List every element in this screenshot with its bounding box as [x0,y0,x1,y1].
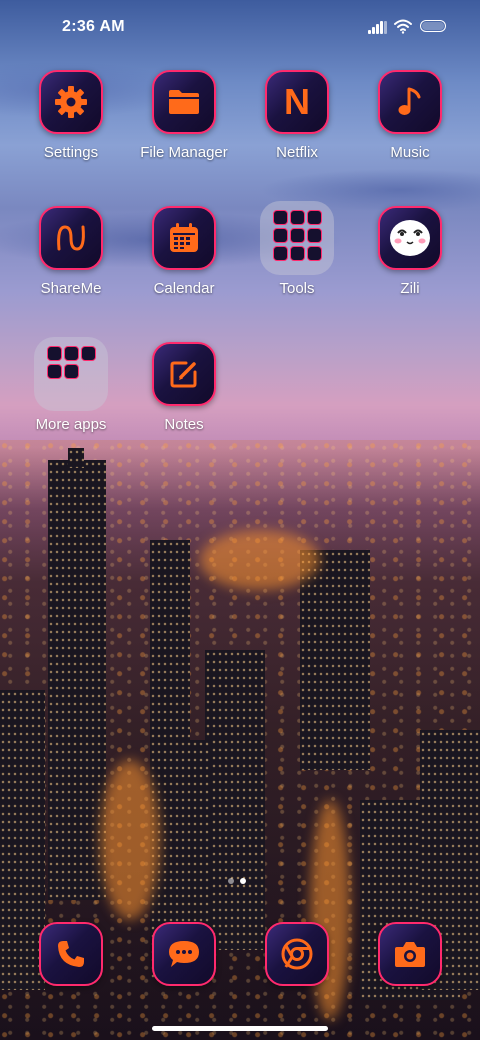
folder-more-apps[interactable]: More apps [21,337,121,433]
shareme-icon [39,206,103,270]
app-music[interactable]: Music [360,70,460,161]
chrome-icon [265,922,329,986]
folder-more-apps-icon [34,337,108,411]
app-label: Tools [279,280,315,297]
app-calendar[interactable]: Calendar [134,206,234,297]
music-note-icon [378,70,442,134]
app-notes[interactable]: Notes [134,342,234,433]
dock-camera[interactable] [360,922,460,986]
notes-icon [152,342,216,406]
app-label: File Manager [140,144,228,161]
app-label: Zili [400,280,420,297]
netflix-glyph: N [284,81,310,122]
app-file-manager[interactable]: File Manager [134,70,234,161]
battery-icon [420,20,446,32]
camera-icon [378,922,442,986]
app-label: Music [390,144,430,161]
zili-face-icon [378,206,442,270]
status-bar: 2:36 AM [0,0,480,56]
app-shareme[interactable]: ShareMe [21,206,121,297]
app-settings[interactable]: Settings [21,70,121,161]
dock-phone[interactable] [21,922,121,986]
app-label: More apps [35,416,107,433]
app-label: ShareMe [40,280,102,297]
dock-messages[interactable] [134,922,234,986]
app-zili[interactable]: Zili [360,206,460,297]
netflix-icon: N [265,70,329,134]
folder-icon [152,70,216,134]
folder-tools[interactable]: Tools [247,201,347,297]
app-label: Notes [164,416,204,433]
home-indicator[interactable] [152,1026,328,1031]
app-netflix[interactable]: N Netflix [247,70,347,161]
app-label: Netflix [276,144,318,161]
dock-chrome[interactable] [247,922,347,986]
app-label: Settings [43,144,99,161]
gear-icon [39,70,103,134]
app-label: Calendar [153,280,215,297]
status-time: 2:36 AM [62,18,125,35]
wifi-icon [393,18,413,39]
signal-icon [368,20,388,34]
folder-tools-icon [260,201,334,275]
messages-icon [152,922,216,986]
calendar-icon [152,206,216,270]
phone-icon [39,922,103,986]
